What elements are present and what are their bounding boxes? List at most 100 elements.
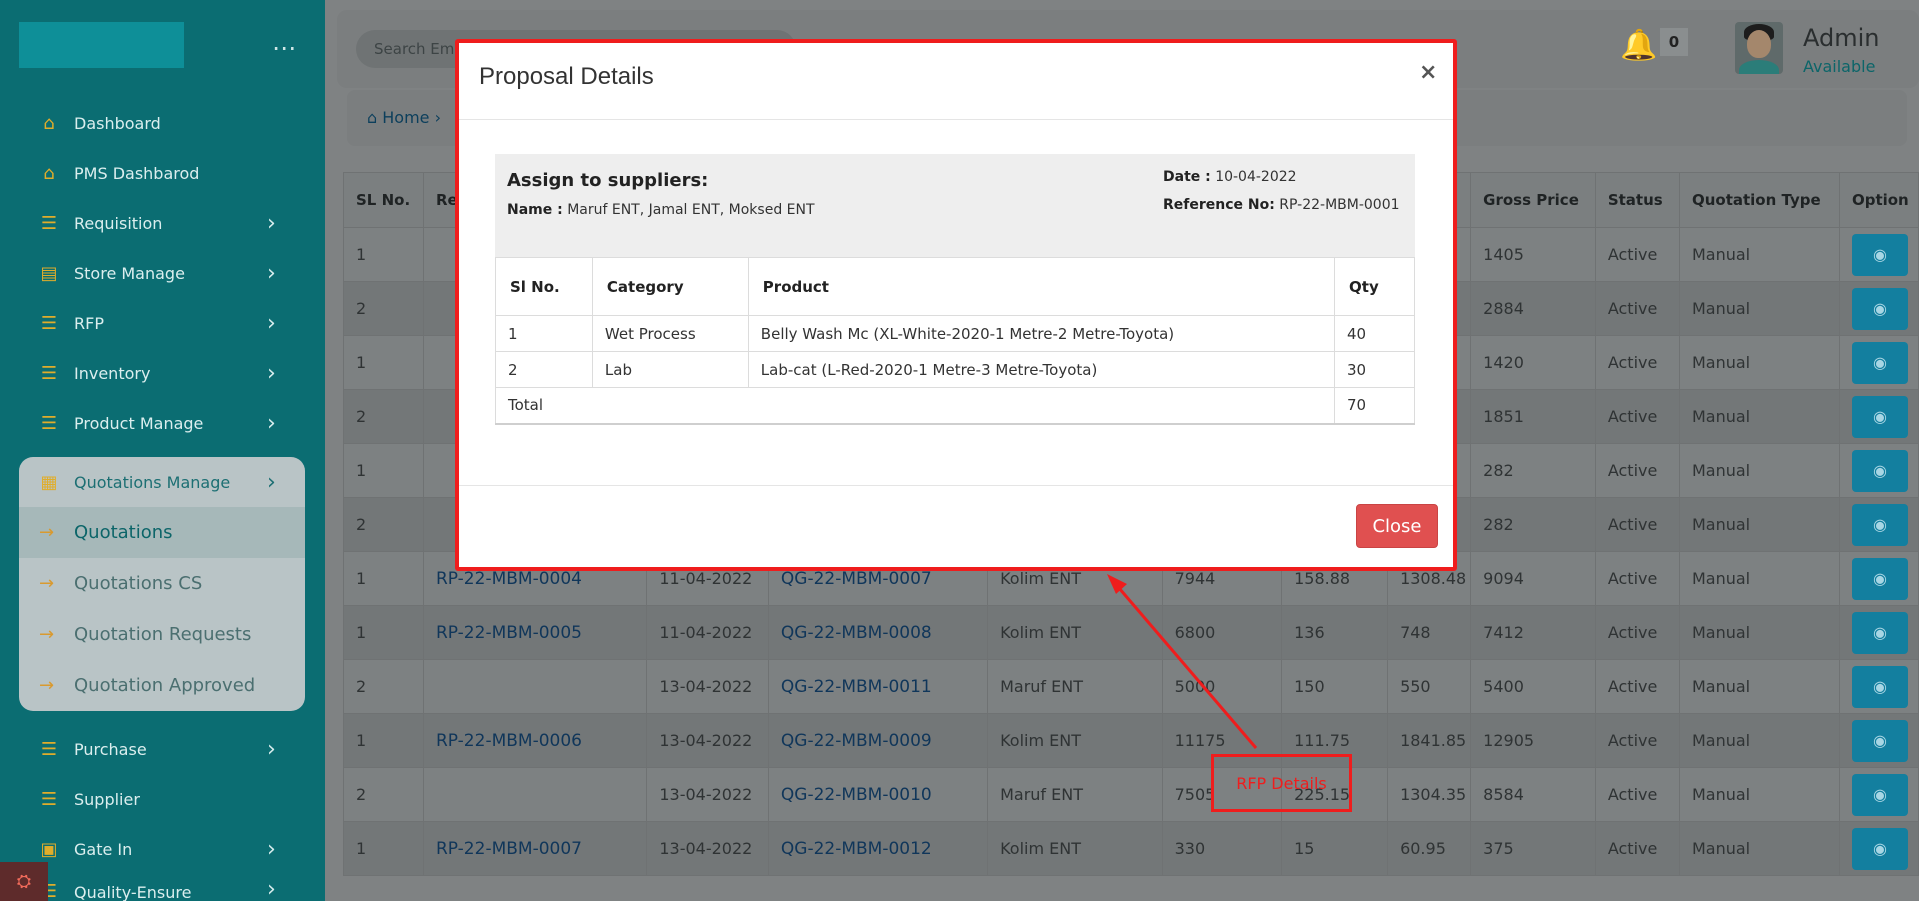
cell-gross-price: 12905 (1470, 713, 1596, 768)
cell-quotation-link[interactable]: QG-22-MBM-0012 (767, 821, 989, 876)
cell-rfp-link[interactable]: RP-22-MBM-0005 (422, 605, 648, 660)
cell-quotation-type: Manual (1678, 821, 1840, 876)
view-button[interactable]: ◉ (1851, 503, 1908, 546)
cell-gross-price: 282 (1470, 443, 1596, 498)
sidebar-item-quotations-manage[interactable]: ▦ Quotations Manage › (19, 457, 305, 507)
sidebar-item-label: PMS Dashbarod (74, 163, 200, 183)
sidebar-subitem-quotation-approved[interactable]: → Quotation Approved (19, 660, 305, 711)
cell-rfp-link (422, 767, 648, 822)
more-horizontal-icon[interactable]: ⋯ (272, 34, 297, 62)
view-button[interactable]: ◉ (1851, 773, 1908, 816)
sidebar-subitem-quotations[interactable]: → Quotations (19, 507, 305, 558)
sidebar-item-gate-in[interactable]: ▣ Gate In › (0, 824, 325, 874)
cell-qty: 30 (1334, 351, 1415, 388)
sidebar-item-rfp[interactable]: ☰ RFP › (0, 298, 325, 348)
sidebar-subitem-label: Quotations (74, 522, 173, 543)
cell-status: Active (1594, 281, 1680, 336)
cell-quotation-link[interactable]: QG-22-MBM-0008 (767, 605, 989, 660)
supplier-names: Name : Maruf ENT, Jamal ENT, Moksed ENT (507, 202, 815, 218)
sidebar-subitem-quotation-requests[interactable]: → Quotation Requests (19, 609, 305, 660)
sidebar-item-product-manage[interactable]: ☰ Product Manage › (0, 398, 325, 448)
user-name[interactable]: Admin (1803, 24, 1880, 52)
cell-quotation-type: Manual (1678, 713, 1840, 768)
cell-date: 13-04-2022 (646, 659, 769, 714)
chevron-right-icon: › (267, 310, 276, 336)
sidebar-item-store-manage[interactable]: ▤ Store Manage › (0, 248, 325, 298)
table-total-row: Total 70 (494, 387, 1415, 425)
sidebar-item-dashboard[interactable]: ⌂ Dashboard (0, 98, 325, 148)
view-button[interactable]: ◉ (1851, 719, 1908, 762)
cell-category: Wet Process (591, 315, 749, 352)
eye-icon: ◉ (1872, 353, 1887, 372)
sidebar-nav: ⌂ Dashboard ⌂ PMS Dashbarod ☰ Requisitio… (0, 98, 325, 448)
total-qty: 70 (1334, 387, 1415, 425)
breadcrumb-home[interactable]: ⌂ Home › (367, 108, 441, 127)
cell-supplier: Maruf ENT (987, 767, 1163, 822)
list-icon: ☰ (40, 788, 58, 810)
cell-sl: 1 (343, 227, 424, 282)
logo[interactable] (19, 22, 184, 68)
sidebar-item-label: Supplier (74, 789, 140, 809)
cell-option: ◉ (1838, 497, 1919, 552)
view-button[interactable]: ◉ (1851, 827, 1908, 870)
cell-vat: 136 (1281, 605, 1389, 660)
cell-quotation-link[interactable]: QG-22-MBM-0009 (767, 713, 989, 768)
cell-status: Active (1594, 335, 1680, 390)
cell-quotation-type: Manual (1678, 389, 1840, 444)
cell-status: Active (1594, 389, 1680, 444)
cell-tax: 60.95 (1387, 821, 1472, 876)
bell-icon[interactable]: 🔔 (1620, 28, 1657, 63)
sidebar-item-supplier[interactable]: ☰ Supplier (0, 774, 325, 824)
laravel-icon[interactable]: ⛭ (0, 862, 48, 901)
cell-gross-price: 8584 (1470, 767, 1596, 822)
view-button[interactable]: ◉ (1851, 341, 1908, 384)
close-icon[interactable]: × (1419, 60, 1437, 85)
view-button[interactable]: ◉ (1851, 233, 1908, 276)
sidebar-item-label: Quotations Manage (74, 472, 231, 492)
cell-gross-price: 5400 (1470, 659, 1596, 714)
view-button[interactable]: ◉ (1851, 665, 1908, 708)
cell-sl: 2 (343, 281, 424, 336)
view-button[interactable]: ◉ (1851, 395, 1908, 438)
avatar[interactable] (1735, 22, 1783, 74)
list-icon: ☰ (40, 412, 58, 434)
cell-quotation-link[interactable]: QG-22-MBM-0010 (767, 767, 989, 822)
sidebar-subitem-quotations-cs[interactable]: → Quotations CS (19, 558, 305, 609)
close-button[interactable]: Close (1356, 504, 1438, 548)
view-button[interactable]: ◉ (1851, 449, 1908, 492)
sidebar-item-label: Product Manage (74, 413, 204, 433)
proposal-info-panel: Assign to suppliers: Name : Maruf ENT, J… (495, 154, 1415, 257)
cell-option: ◉ (1838, 227, 1919, 282)
cell-quotation-type: Manual (1678, 281, 1840, 336)
list-icon: ☰ (40, 212, 58, 234)
cell-sl: 2 (343, 659, 424, 714)
cell-quotation-link[interactable]: QG-22-MBM-0011 (767, 659, 989, 714)
sidebar-item-pms-dashboard[interactable]: ⌂ PMS Dashbarod (0, 148, 325, 198)
sidebar-item-requisition[interactable]: ☰ Requisition › (0, 198, 325, 248)
sidebar-item-inventory[interactable]: ☰ Inventory › (0, 348, 325, 398)
sidebar-subitem-label: Quotation Requests (74, 624, 252, 645)
view-button[interactable]: ◉ (1851, 557, 1908, 600)
sidebar-item-label: Purchase (74, 739, 147, 759)
cell-qty: 40 (1334, 315, 1415, 352)
table-header-row: Sl No. Category Product Qty (495, 257, 1415, 316)
view-button[interactable]: ◉ (1851, 287, 1908, 330)
chevron-right-icon: › (267, 877, 276, 901)
cell-rfp-link[interactable]: RP-22-MBM-0006 (422, 713, 648, 768)
column-header: Qty (1334, 257, 1415, 316)
column-header: Gross Price (1470, 172, 1596, 228)
sidebar-item-label: Dashboard (74, 113, 161, 133)
sidebar-item-label: Store Manage (74, 263, 185, 283)
cell-quotation-type: Manual (1678, 659, 1840, 714)
name-label: Name : (507, 202, 563, 218)
column-header: Sl No. (495, 257, 593, 316)
view-button[interactable]: ◉ (1851, 611, 1908, 654)
cell-quotation-type: Manual (1678, 497, 1840, 552)
sidebar-item-purchase[interactable]: ☰ Purchase › (0, 724, 325, 774)
cell-rfp-link[interactable]: RP-22-MBM-0007 (422, 821, 648, 876)
cell-sl: 2 (495, 351, 593, 388)
sidebar-item-quality-ensure[interactable]: ☰ Quality-Ensure › (0, 874, 325, 901)
cell-date: 13-04-2022 (646, 767, 769, 822)
cell-quotation-type: Manual (1678, 605, 1840, 660)
cell-sl: 1 (495, 315, 593, 352)
